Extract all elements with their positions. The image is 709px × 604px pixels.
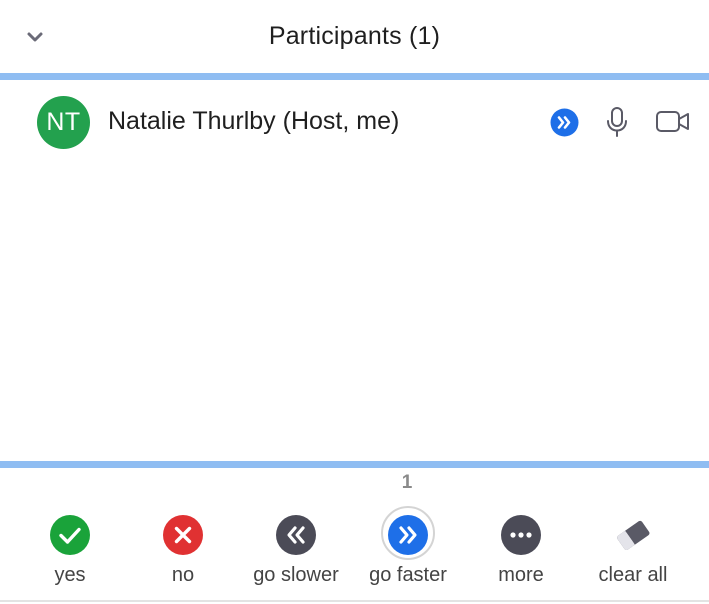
participant-list: NT Natalie Thurlby (Host, me)	[0, 80, 709, 461]
clear-all-button[interactable]: clear all	[577, 510, 689, 590]
yes-button[interactable]: yes	[14, 510, 126, 590]
participants-panel: Participants (1) NT Natalie Thurlby (Hos…	[0, 0, 709, 604]
more-label: more	[498, 564, 544, 586]
participant-row[interactable]: NT Natalie Thurlby (Host, me)	[0, 95, 709, 151]
panel-title: Participants (1)	[268, 22, 441, 50]
header-divider	[0, 73, 709, 80]
nonverbal-feedback-bar: 1 yes no go slower go faster more clear …	[0, 468, 709, 600]
panel-header: Participants (1)	[0, 0, 709, 74]
bottom-border	[0, 600, 709, 602]
check-icon	[50, 515, 90, 555]
go-slower-icon	[276, 515, 316, 555]
close-icon	[163, 515, 203, 555]
participant-name: Natalie Thurlby (Host, me)	[108, 107, 400, 135]
more-icon	[501, 515, 541, 555]
go-faster-count: 1	[401, 472, 413, 493]
go-faster-icon	[388, 515, 428, 555]
go-faster-label: go faster	[369, 564, 447, 586]
no-button[interactable]: no	[127, 510, 239, 590]
microphone-icon[interactable]	[603, 106, 631, 138]
clear-all-label: clear all	[598, 564, 668, 586]
go-slower-label: go slower	[253, 564, 339, 586]
video-camera-icon[interactable]	[655, 109, 691, 135]
go-faster-icon	[550, 108, 579, 137]
no-label: no	[171, 564, 195, 586]
feedback-divider	[0, 461, 709, 468]
eraser-icon	[617, 520, 650, 550]
avatar: NT	[37, 96, 90, 149]
yes-label: yes	[54, 564, 86, 586]
go-slower-button[interactable]: go slower	[240, 510, 352, 590]
more-button[interactable]: more	[465, 510, 577, 590]
go-faster-button[interactable]: go faster	[352, 506, 464, 590]
